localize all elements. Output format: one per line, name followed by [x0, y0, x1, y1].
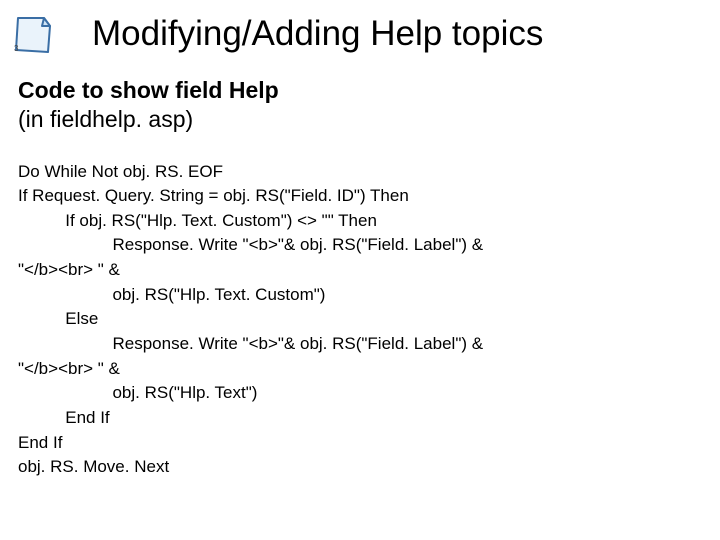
icon-container: 3 — [10, 12, 64, 58]
subheading-block: Code to show field Help (in fieldhelp. a… — [0, 58, 720, 134]
slide-title: Modifying/Adding Help topics — [64, 12, 543, 54]
slide-header: 3 Modifying/Adding Help topics — [0, 0, 720, 58]
subheading-bold: Code to show field Help — [18, 76, 702, 105]
slide-number: 3 — [14, 44, 18, 53]
subheading-normal: (in fieldhelp. asp) — [18, 105, 702, 134]
code-listing: Do While Not obj. RS. EOF If Request. Qu… — [0, 134, 720, 480]
